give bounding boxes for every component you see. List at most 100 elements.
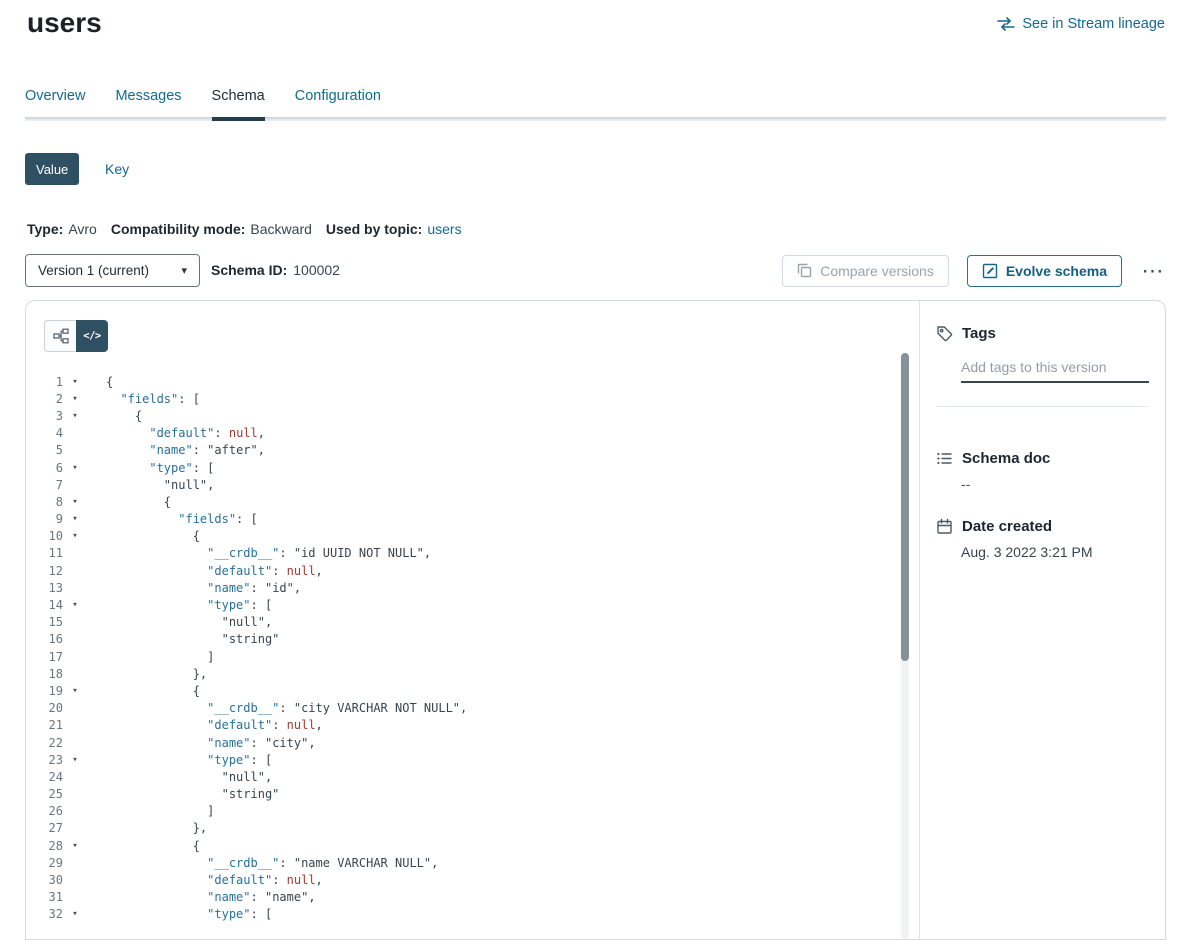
code-line: 31 "name": "name", xyxy=(26,889,893,906)
line-number: 32 xyxy=(26,907,63,921)
fold-arrow-icon[interactable]: ▾ xyxy=(63,841,87,851)
tags-section-header: Tags xyxy=(936,325,996,342)
code-text: "string" xyxy=(87,787,279,801)
code-line: 22 "name": "city", xyxy=(26,734,893,751)
fold-arrow-icon[interactable]: ▾ xyxy=(63,514,87,524)
fold-arrow-icon[interactable]: ▾ xyxy=(63,497,87,507)
code-text: "type": [ xyxy=(87,598,272,612)
line-number: 29 xyxy=(26,856,63,870)
code-text: { xyxy=(87,375,113,389)
tags-title: Tags xyxy=(962,325,996,342)
code-text: "type": [ xyxy=(87,907,272,921)
tab-schema[interactable]: Schema xyxy=(212,88,265,121)
type-label: Type: xyxy=(27,221,63,237)
scrollbar-thumb[interactable] xyxy=(901,353,909,661)
code-text: "type": [ xyxy=(87,753,272,767)
code-view-button[interactable]: </> xyxy=(76,320,108,352)
code-line: 8▾ { xyxy=(26,493,893,510)
version-bar: Version 1 (current) ▾ Schema ID:100002 C… xyxy=(25,254,1166,287)
code-region: </> 1▾{2▾ "fields": [3▾ {4 "default": nu… xyxy=(26,301,919,939)
stream-lineage-icon xyxy=(997,17,1015,31)
fold-arrow-icon[interactable]: ▾ xyxy=(63,531,87,541)
version-select[interactable]: Version 1 (current) ▾ xyxy=(25,254,200,287)
code-text: "name": "after", xyxy=(87,443,265,457)
compare-versions-button[interactable]: Compare versions xyxy=(782,255,949,287)
tag-icon xyxy=(936,325,953,342)
code-line: 26 ] xyxy=(26,803,893,820)
line-number: 31 xyxy=(26,890,63,904)
fold-arrow-icon[interactable]: ▾ xyxy=(63,686,87,696)
evolve-schema-button[interactable]: Evolve schema xyxy=(967,255,1122,287)
chevron-down-icon: ▾ xyxy=(181,264,187,277)
code-text: { xyxy=(87,495,171,509)
line-number: 20 xyxy=(26,701,63,715)
code-text: ] xyxy=(87,804,214,818)
code-line: 1▾{ xyxy=(26,373,893,390)
code-line: 3▾ { xyxy=(26,407,893,424)
fold-arrow-icon[interactable]: ▾ xyxy=(63,600,87,610)
list-icon xyxy=(936,450,953,467)
code-text: "name": "name", xyxy=(87,890,316,904)
code-line: 29 "__crdb__": "name VARCHAR NULL", xyxy=(26,854,893,871)
line-number: 8 xyxy=(26,495,63,509)
schema-doc-header: Schema doc xyxy=(936,450,1050,467)
line-number: 27 xyxy=(26,821,63,835)
line-number: 12 xyxy=(26,564,63,578)
code-text: { xyxy=(87,529,200,543)
code-text: }, xyxy=(87,821,207,835)
code-text: "null", xyxy=(87,478,214,492)
line-number: 13 xyxy=(26,581,63,595)
line-number: 4 xyxy=(26,426,63,440)
compatibility-meta: Compatibility mode:Backward xyxy=(111,221,312,237)
code-line: 15 "null", xyxy=(26,614,893,631)
line-number: 17 xyxy=(26,650,63,664)
topic-meta: Used by topic:users xyxy=(326,221,462,237)
key-toggle-button[interactable]: Key xyxy=(105,153,129,185)
code-view-icon: </> xyxy=(83,330,100,342)
code-line: 23▾ "type": [ xyxy=(26,751,893,768)
code-text: "fields": [ xyxy=(87,392,200,406)
tree-view-button[interactable] xyxy=(44,320,76,352)
more-options-button[interactable]: ⋯ xyxy=(1140,256,1166,286)
schema-doc-title: Schema doc xyxy=(962,450,1050,467)
code-line: 24 "null", xyxy=(26,768,893,785)
line-number: 3 xyxy=(26,409,63,423)
code-line: 14▾ "type": [ xyxy=(26,596,893,613)
code-line: 4 "default": null, xyxy=(26,425,893,442)
add-tags-input[interactable] xyxy=(961,353,1149,383)
schema-panel: </> 1▾{2▾ "fields": [3▾ {4 "default": nu… xyxy=(25,300,1166,940)
fold-arrow-icon[interactable]: ▾ xyxy=(63,394,87,404)
code-line: 9▾ "fields": [ xyxy=(26,511,893,528)
line-number: 14 xyxy=(26,598,63,612)
line-number: 15 xyxy=(26,615,63,629)
code-line: 7 "null", xyxy=(26,476,893,493)
code-text: "type": [ xyxy=(87,461,214,475)
fold-arrow-icon[interactable]: ▾ xyxy=(63,755,87,765)
line-number: 25 xyxy=(26,787,63,801)
fold-arrow-icon[interactable]: ▾ xyxy=(63,909,87,919)
fold-arrow-icon[interactable]: ▾ xyxy=(63,377,87,387)
fold-arrow-icon[interactable]: ▾ xyxy=(63,411,87,421)
tab-divider xyxy=(25,117,1166,121)
fold-arrow-icon[interactable]: ▾ xyxy=(63,463,87,473)
code-line: 30 "default": null, xyxy=(26,871,893,888)
line-number: 5 xyxy=(26,443,63,457)
code-editor[interactable]: 1▾{2▾ "fields": [3▾ {4 "default": null,5… xyxy=(26,353,893,939)
line-number: 28 xyxy=(26,839,63,853)
code-line: 11 "__crdb__": "id UUID NOT NULL", xyxy=(26,545,893,562)
date-created-header: Date created xyxy=(936,518,1052,535)
version-select-value: Version 1 (current) xyxy=(38,263,149,278)
line-number: 21 xyxy=(26,718,63,732)
scrollbar-track[interactable] xyxy=(901,353,909,939)
code-text: "fields": [ xyxy=(87,512,258,526)
code-text: "__crdb__": "city VARCHAR NOT NULL", xyxy=(87,701,467,715)
compatibility-label: Compatibility mode: xyxy=(111,221,246,237)
value-toggle-button[interactable]: Value xyxy=(25,153,79,185)
code-line: 18 }, xyxy=(26,665,893,682)
line-number: 24 xyxy=(26,770,63,784)
code-text: ] xyxy=(87,650,214,664)
stream-lineage-link[interactable]: See in Stream lineage xyxy=(997,16,1165,32)
code-line: 2▾ "fields": [ xyxy=(26,390,893,407)
code-lines: 1▾{2▾ "fields": [3▾ {4 "default": null,5… xyxy=(26,373,893,923)
topic-link[interactable]: users xyxy=(427,221,461,237)
